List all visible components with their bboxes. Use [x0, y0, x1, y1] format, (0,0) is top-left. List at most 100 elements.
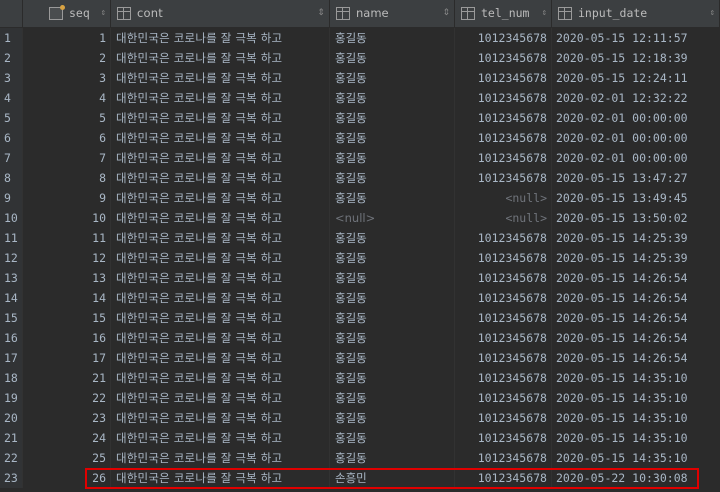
- cell-name[interactable]: <null>: [330, 208, 455, 228]
- cell-input-date[interactable]: 2020-05-15 14:26:54: [552, 308, 720, 328]
- cell-tel-num[interactable]: 1012345678: [455, 68, 552, 88]
- table-row[interactable]: 19 22 대한민국은 코로나를 잘 극복 하고 홍길동 1012345678 2020-…: [0, 388, 720, 408]
- cell-name[interactable]: 손흥민: [330, 468, 455, 488]
- cell-tel-num[interactable]: 1012345678: [455, 408, 552, 428]
- table-row[interactable]: 14 14 대한민국은 코로나를 잘 극복 하고 홍길동 1012345678 2020-…: [0, 288, 720, 308]
- table-row[interactable]: 20 23 대한민국은 코로나를 잘 극복 하고 홍길동 1012345678 2020-…: [0, 408, 720, 428]
- table-row[interactable]: 11 11 대한민국은 코로나를 잘 극복 하고 홍길동 1012345678 2020-…: [0, 228, 720, 248]
- table-row[interactable]: 6 6 대한민국은 코로나를 잘 극복 하고 홍길동 1012345678 2020-02…: [0, 128, 720, 148]
- cell-tel-num[interactable]: 1012345678: [455, 308, 552, 328]
- cell-input-date[interactable]: 2020-05-22 10:30:08: [552, 468, 720, 488]
- cell-seq[interactable]: 24: [23, 428, 111, 448]
- cell-name[interactable]: 홍길동: [330, 108, 455, 128]
- cell-cont[interactable]: 대한민국은 코로나를 잘 극복 하고: [111, 448, 330, 468]
- cell-seq[interactable]: 12: [23, 248, 111, 268]
- cell-cont[interactable]: 대한민국은 코로나를 잘 극복 하고: [111, 188, 330, 208]
- cell-input-date[interactable]: 2020-05-15 14:26:54: [552, 328, 720, 348]
- cell-name[interactable]: 홍길동: [330, 28, 455, 48]
- cell-tel-num[interactable]: 1012345678: [455, 108, 552, 128]
- cell-tel-num[interactable]: 1012345678: [455, 328, 552, 348]
- table-row[interactable]: 2 2 대한민국은 코로나를 잘 극복 하고 홍길동 1012345678 2020-05…: [0, 48, 720, 68]
- cell-name[interactable]: 홍길동: [330, 368, 455, 388]
- column-header-input-date[interactable]: input_date ⇕: [552, 0, 720, 27]
- cell-input-date[interactable]: 2020-05-15 14:26:54: [552, 268, 720, 288]
- cell-name[interactable]: 홍길동: [330, 168, 455, 188]
- cell-tel-num[interactable]: 1012345678: [455, 428, 552, 448]
- cell-cont[interactable]: 대한민국은 코로나를 잘 극복 하고: [111, 28, 330, 48]
- cell-seq[interactable]: 11: [23, 228, 111, 248]
- cell-cont[interactable]: 대한민국은 코로나를 잘 극복 하고: [111, 328, 330, 348]
- cell-input-date[interactable]: 2020-02-01 00:00:00: [552, 108, 720, 128]
- cell-input-date[interactable]: 2020-05-15 14:35:10: [552, 408, 720, 428]
- cell-input-date[interactable]: 2020-05-15 12:11:57: [552, 28, 720, 48]
- table-row[interactable]: 18 21 대한민국은 코로나를 잘 극복 하고 홍길동 1012345678 2020-…: [0, 368, 720, 388]
- cell-seq[interactable]: 1: [23, 28, 111, 48]
- table-row[interactable]: 16 16 대한민국은 코로나를 잘 극복 하고 홍길동 1012345678 2020-…: [0, 328, 720, 348]
- cell-seq[interactable]: 4: [23, 88, 111, 108]
- cell-input-date[interactable]: 2020-02-01 00:00:00: [552, 148, 720, 168]
- cell-name[interactable]: 홍길동: [330, 388, 455, 408]
- cell-tel-num[interactable]: 1012345678: [455, 468, 552, 488]
- cell-tel-num[interactable]: 1012345678: [455, 88, 552, 108]
- table-row[interactable]: 7 7 대한민국은 코로나를 잘 극복 하고 홍길동 1012345678 2020-02…: [0, 148, 720, 168]
- cell-tel-num[interactable]: <null>: [455, 188, 552, 208]
- cell-input-date[interactable]: 2020-02-01 00:00:00: [552, 128, 720, 148]
- table-row[interactable]: 13 13 대한민국은 코로나를 잘 극복 하고 홍길동 1012345678 2020-…: [0, 268, 720, 288]
- cell-cont[interactable]: 대한민국은 코로나를 잘 극복 하고: [111, 148, 330, 168]
- cell-cont[interactable]: 대한민국은 코로나를 잘 극복 하고: [111, 128, 330, 148]
- cell-cont[interactable]: 대한민국은 코로나를 잘 극복 하고: [111, 208, 330, 228]
- cell-seq[interactable]: 15: [23, 308, 111, 328]
- cell-seq[interactable]: 21: [23, 368, 111, 388]
- cell-seq[interactable]: 2: [23, 48, 111, 68]
- cell-seq[interactable]: 7: [23, 148, 111, 168]
- cell-tel-num[interactable]: 1012345678: [455, 388, 552, 408]
- cell-cont[interactable]: 대한민국은 코로나를 잘 극복 하고: [111, 308, 330, 328]
- cell-name[interactable]: 홍길동: [330, 308, 455, 328]
- table-row[interactable]: 12 12 대한민국은 코로나를 잘 극복 하고 홍길동 1012345678 2020-…: [0, 248, 720, 268]
- table-row[interactable]: 17 17 대한민국은 코로나를 잘 극복 하고 홍길동 1012345678 2020-…: [0, 348, 720, 368]
- cell-name[interactable]: 홍길동: [330, 248, 455, 268]
- cell-tel-num[interactable]: 1012345678: [455, 288, 552, 308]
- cell-cont[interactable]: 대한민국은 코로나를 잘 극복 하고: [111, 248, 330, 268]
- cell-cont[interactable]: 대한민국은 코로나를 잘 극복 하고: [111, 168, 330, 188]
- cell-seq[interactable]: 14: [23, 288, 111, 308]
- cell-name[interactable]: 홍길동: [330, 68, 455, 88]
- table-row[interactable]: 9 9 대한민국은 코로나를 잘 극복 하고 홍길동 <null> 2020-05-15 …: [0, 188, 720, 208]
- cell-input-date[interactable]: 2020-05-15 12:18:39: [552, 48, 720, 68]
- cell-input-date[interactable]: 2020-05-15 13:47:27: [552, 168, 720, 188]
- table-row[interactable]: 15 15 대한민국은 코로나를 잘 극복 하고 홍길동 1012345678 2020-…: [0, 308, 720, 328]
- cell-name[interactable]: 홍길동: [330, 448, 455, 468]
- cell-name[interactable]: 홍길동: [330, 228, 455, 248]
- column-header-name[interactable]: name ⇕: [330, 0, 455, 27]
- cell-cont[interactable]: 대한민국은 코로나를 잘 극복 하고: [111, 388, 330, 408]
- table-row[interactable]: 3 3 대한민국은 코로나를 잘 극복 하고 홍길동 1012345678 2020-05…: [0, 68, 720, 88]
- cell-seq[interactable]: 25: [23, 448, 111, 468]
- cell-input-date[interactable]: 2020-05-15 14:35:10: [552, 448, 720, 468]
- cell-tel-num[interactable]: 1012345678: [455, 268, 552, 288]
- cell-seq[interactable]: 10: [23, 208, 111, 228]
- cell-name[interactable]: 홍길동: [330, 408, 455, 428]
- cell-tel-num[interactable]: 1012345678: [455, 168, 552, 188]
- cell-seq[interactable]: 8: [23, 168, 111, 188]
- sort-icon[interactable]: ⇕: [542, 0, 547, 27]
- sort-icon[interactable]: ⇕: [101, 0, 106, 27]
- cell-input-date[interactable]: 2020-05-15 14:35:10: [552, 368, 720, 388]
- cell-input-date[interactable]: 2020-05-15 14:25:39: [552, 248, 720, 268]
- cell-tel-num[interactable]: 1012345678: [455, 448, 552, 468]
- cell-cont[interactable]: 대한민국은 코로나를 잘 극복 하고: [111, 48, 330, 68]
- cell-name[interactable]: 홍길동: [330, 188, 455, 208]
- table-row[interactable]: 8 8 대한민국은 코로나를 잘 극복 하고 홍길동 1012345678 2020-05…: [0, 168, 720, 188]
- cell-input-date[interactable]: 2020-05-15 13:49:45: [552, 188, 720, 208]
- column-header-tel-num[interactable]: tel_num ⇕: [455, 0, 552, 27]
- cell-cont[interactable]: 대한민국은 코로나를 잘 극복 하고: [111, 68, 330, 88]
- cell-tel-num[interactable]: 1012345678: [455, 48, 552, 68]
- cell-tel-num[interactable]: 1012345678: [455, 148, 552, 168]
- cell-cont[interactable]: 대한민국은 코로나를 잘 극복 하고: [111, 228, 330, 248]
- cell-name[interactable]: 홍길동: [330, 328, 455, 348]
- cell-seq[interactable]: 9: [23, 188, 111, 208]
- cell-seq[interactable]: 3: [23, 68, 111, 88]
- cell-cont[interactable]: 대한민국은 코로나를 잘 극복 하고: [111, 468, 330, 488]
- cell-name[interactable]: 홍길동: [330, 428, 455, 448]
- cell-cont[interactable]: 대한민국은 코로나를 잘 극복 하고: [111, 268, 330, 288]
- cell-name[interactable]: 홍길동: [330, 88, 455, 108]
